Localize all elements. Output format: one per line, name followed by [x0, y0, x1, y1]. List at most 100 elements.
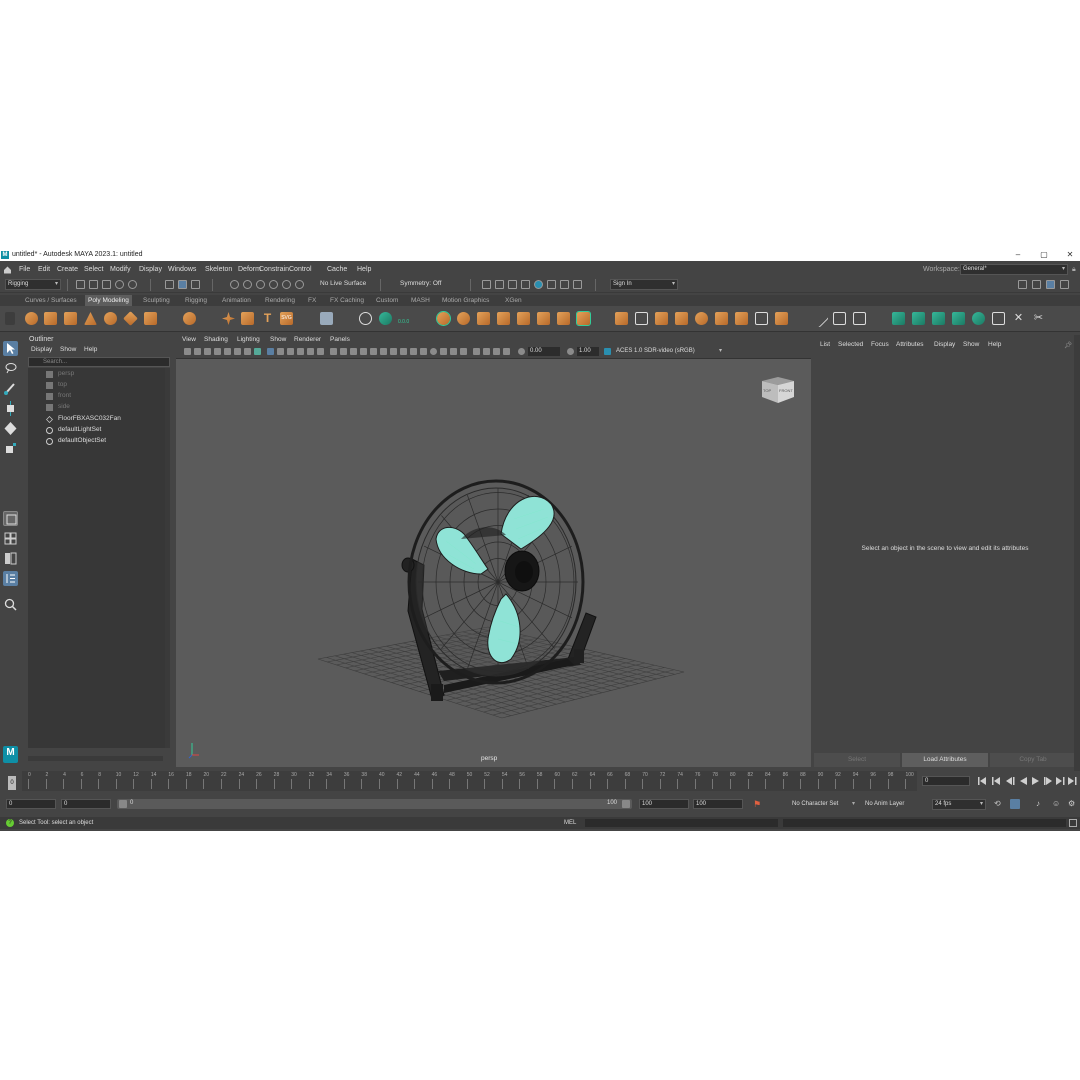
attr-menu-focus[interactable]: Focus [871, 341, 889, 348]
camera-attributes-icon[interactable] [194, 348, 201, 355]
select-component-icon[interactable] [191, 280, 200, 289]
light-editor-icon[interactable] [547, 280, 556, 289]
viewport-menu-lighting[interactable]: Lighting [237, 336, 260, 343]
new-scene-icon[interactable] [76, 280, 85, 289]
two-d-pan-zoom-icon[interactable] [224, 348, 231, 355]
shelf-menu-icon[interactable] [5, 312, 15, 325]
select-hierarchy-icon[interactable] [165, 280, 174, 289]
poly-sphere-icon[interactable] [25, 312, 38, 325]
rotate-tool-icon[interactable] [3, 421, 18, 436]
poly-plane-icon[interactable] [123, 311, 138, 326]
search-icon[interactable] [3, 597, 18, 612]
film-gate-icon[interactable] [254, 348, 261, 355]
list-item[interactable]: defaultObjectSet [58, 437, 106, 444]
isolate-select-icon[interactable] [430, 348, 437, 355]
field-chart-icon[interactable] [287, 348, 294, 355]
anim-layer-dropdown[interactable]: No Anim Layer [865, 801, 904, 807]
save-scene-icon[interactable] [102, 280, 111, 289]
textured-icon[interactable] [360, 348, 367, 355]
time-slider[interactable]: 0 2 4 6 8 10 12 14 16 18 20 22 24 26 28 30 32 34 36 38 40 42 4… [0, 771, 1080, 793]
side-tabs-strip[interactable] [1074, 335, 1080, 775]
workspace-dropdown[interactable]: General* ▾ [960, 264, 1068, 275]
lasso-tool-icon[interactable] [3, 361, 18, 376]
layout-icon[interactable] [1018, 280, 1027, 289]
viewport-menu-show[interactable]: Show [270, 336, 286, 343]
view-transform-icon[interactable] [503, 348, 510, 355]
list-item[interactable]: persp [58, 370, 74, 377]
persp-outliner-layout-icon[interactable] [3, 551, 18, 566]
uv-editor-icon[interactable] [320, 312, 333, 325]
menu-constrain[interactable]: Control [289, 263, 312, 276]
single-perspective-view-icon[interactable] [3, 511, 18, 526]
script-editor-icon[interactable] [1069, 819, 1077, 827]
quad-draw-icon[interactable] [675, 312, 688, 325]
planar-map-icon[interactable] [912, 312, 925, 325]
sign-in-dropdown[interactable]: Sign In ▾ [610, 279, 678, 290]
menu-display[interactable]: Display [139, 263, 162, 276]
go-to-end-icon[interactable] [1068, 777, 1077, 785]
super-shape-icon[interactable] [222, 312, 235, 325]
menu-edit[interactable]: Edit [38, 263, 50, 276]
hud-icon[interactable] [483, 348, 490, 355]
auto-key-icon[interactable]: ⚑ [753, 799, 761, 810]
lock-icon[interactable]: 🔒︎ [1072, 263, 1076, 276]
playback-end-input[interactable]: 100 [639, 799, 689, 809]
collapse-icon[interactable] [557, 312, 570, 325]
select-tool-icon[interactable] [3, 341, 18, 356]
scene-canvas[interactable] [176, 359, 811, 767]
smooth-icon[interactable]: 0.0.0 [398, 312, 411, 325]
attr-menu-show[interactable]: Show [963, 341, 979, 348]
cylindrical-map-icon[interactable] [932, 312, 945, 325]
copy-tab-button[interactable]: Copy Tab [990, 753, 1076, 767]
render-frame-icon[interactable] [482, 280, 491, 289]
command-line-input[interactable] [585, 819, 778, 827]
sound-icon[interactable]: ♪ [1036, 799, 1040, 808]
attribute-editor-toggle-icon[interactable] [1060, 280, 1069, 289]
depth-of-field-icon[interactable] [420, 348, 427, 355]
snap-projected-icon[interactable] [269, 280, 278, 289]
character-set-dropdown[interactable]: No Character Set [792, 801, 838, 807]
list-item[interactable]: top [58, 381, 67, 388]
step-forward-key-icon[interactable] [1056, 777, 1065, 785]
shelf-tab-fx[interactable]: FX [305, 295, 319, 306]
shelf-tab-mash[interactable]: MASH [408, 295, 433, 306]
step-forward-frame-icon[interactable] [1044, 777, 1052, 785]
append-icon[interactable] [497, 312, 510, 325]
attr-menu-selected[interactable]: Selected [838, 341, 863, 348]
load-attributes-button[interactable]: Load Attributes [902, 753, 988, 767]
lights-icon[interactable] [370, 348, 377, 355]
grid-toggle-icon[interactable] [244, 348, 251, 355]
safe-title-icon[interactable] [307, 348, 314, 355]
mel-label[interactable]: MEL [564, 817, 576, 829]
attr-menu-list[interactable]: List [820, 341, 830, 348]
bevel-icon[interactable] [477, 312, 490, 325]
gate-mask-icon[interactable] [277, 348, 284, 355]
viewport-menu-view[interactable]: View [182, 336, 196, 343]
shelf-tab-curves-surfaces[interactable]: Curves / Surfaces [22, 295, 80, 306]
gamma-control-icon[interactable] [567, 348, 574, 355]
exposure-icon[interactable] [493, 348, 500, 355]
poly-cube-icon[interactable] [44, 312, 57, 325]
range-start-handle[interactable] [119, 800, 127, 808]
gamma-input[interactable]: 1.00 [577, 347, 599, 356]
menu-create[interactable]: Create [57, 263, 78, 276]
viewcube[interactable]: TOP FRONT [760, 375, 796, 405]
exposure-control-icon[interactable] [518, 348, 525, 355]
channel-box-toggle-icon[interactable] [1046, 280, 1055, 289]
shelf-tab-rendering[interactable]: Rendering [262, 295, 298, 306]
gear-icon[interactable] [1032, 280, 1041, 289]
snap-view-plane-icon[interactable] [282, 280, 291, 289]
home-icon[interactable] [3, 265, 12, 274]
sweep-mesh-icon[interactable] [241, 312, 254, 325]
current-frame-input[interactable]: 0 [922, 776, 970, 786]
outliner-menu-help[interactable]: Help [84, 346, 97, 353]
paint-tool-icon[interactable] [853, 312, 866, 325]
average-vertices-icon[interactable] [695, 312, 708, 325]
platonic-solid-icon[interactable] [183, 312, 196, 325]
menu-modify[interactable]: Modify [110, 263, 131, 276]
redo-icon[interactable] [128, 280, 137, 289]
grease-pencil-icon[interactable] [234, 348, 241, 355]
wireframe-icon[interactable] [330, 348, 337, 355]
cut-uv-icon[interactable]: ✕ [1012, 312, 1025, 325]
combine-icon[interactable] [359, 312, 372, 325]
